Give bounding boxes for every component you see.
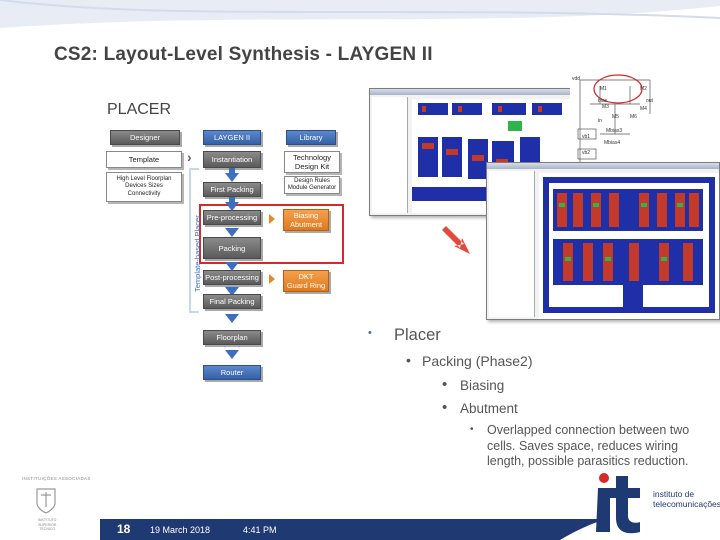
template-box: Template	[106, 151, 182, 168]
section-label: PLACER	[107, 101, 172, 118]
dkt-label: DKT	[298, 272, 314, 281]
schematic-label-m2: M2	[640, 86, 647, 92]
abutment-label: Abutment	[289, 220, 323, 229]
layout-cells-icon	[539, 173, 719, 319]
template-desc-2: Devices Sizes	[125, 183, 163, 190]
schematic-label-mbias3: Mbias3	[606, 128, 623, 134]
tech-kit-desc-2: Module Generator	[287, 185, 337, 191]
postprocessing-label: Post-processing	[205, 273, 259, 282]
schematic-label-vb1: vb1	[582, 134, 591, 140]
crest-line-1: INSTITUTO	[38, 518, 57, 522]
schematic-label-vdd: vdd	[572, 76, 581, 82]
first-packing-box: First Packing	[203, 182, 261, 197]
bullet-dot-icon: •	[442, 376, 448, 393]
library-label: Library	[299, 133, 323, 142]
it-logo-text: instituto de telecomunicações	[653, 489, 720, 509]
bullet-level-3-abutment: Abutment	[460, 401, 518, 416]
schematic-label-out: out	[646, 98, 653, 104]
window-titlebar	[370, 89, 574, 95]
cell-list-panel	[372, 97, 408, 213]
schematic-label-in: in	[598, 118, 602, 124]
bullet-dot-icon: •	[470, 424, 474, 435]
schematic-label-m6: M6	[630, 114, 637, 120]
tech-kit-desc-box: Design Rules Module Generator	[284, 176, 340, 194]
ist-crest-icon	[36, 488, 56, 514]
red-arrow-icon	[442, 226, 470, 254]
router-box: Router	[203, 365, 261, 380]
right-arrow-icon	[269, 274, 275, 284]
template-placer-side-label: Template-based Placer	[193, 215, 202, 292]
guard-ring-label: Guard Ring	[286, 281, 326, 290]
footer-time: 4:41 PM	[243, 525, 277, 535]
preprocessing-label: Pre-processing	[206, 213, 258, 222]
down-arrow-icon	[225, 173, 239, 182]
bullet-dot-icon: •	[442, 399, 448, 416]
layout-canvas	[539, 173, 719, 319]
designer-box: Designer	[110, 130, 180, 145]
bullet-level-3-biasing: Biasing	[460, 378, 505, 393]
bullet-dot-icon: •	[368, 327, 372, 339]
instantiation-label: Instantiation	[211, 155, 253, 164]
final-packing-box: Final Packing	[203, 294, 261, 309]
down-arrow-icon	[225, 350, 239, 359]
tech-kit-label-2: Design Kit	[294, 162, 330, 171]
bullet-level-2: Packing (Phase2)	[422, 353, 533, 369]
preprocessing-box: Pre-processing	[203, 210, 261, 225]
slide-title: CS2: Layout-Level Synthesis - LAYGEN II	[54, 44, 433, 65]
down-arrow-icon	[225, 314, 239, 323]
schematic-label-m5: M5	[612, 114, 619, 120]
bullet-dot-icon: •	[406, 352, 411, 368]
designer-label: Designer	[129, 133, 160, 142]
cell-list-panel	[489, 171, 535, 317]
packing-box: Packing	[203, 237, 261, 259]
window-titlebar	[487, 163, 719, 169]
slide-number: 18	[117, 522, 131, 536]
packing-label: Packing	[218, 243, 246, 253]
layout-tool-screenshot-2	[486, 162, 720, 320]
chevron-right-icon: ›	[187, 149, 192, 165]
tech-kit-box: Technology Design Kit	[284, 151, 340, 173]
postprocessing-box: Post-processing	[203, 270, 261, 285]
dkt-guard-ring-box: DKT Guard Ring	[283, 270, 329, 292]
floorplan-label: Floorplan	[216, 333, 248, 342]
tech-kit-label-1: Technology	[293, 153, 331, 162]
laygen-label: LAYGEN II	[213, 133, 251, 142]
slide: CS2: Layout-Level Synthesis - LAYGEN II …	[0, 0, 720, 540]
template-desc-box: High Level Floorplan Devices Sizes Conne…	[106, 172, 182, 202]
it-text-line-1: instituto de	[653, 489, 695, 499]
instantiation-box: Instantiation	[203, 151, 261, 168]
institution-label: INSTITUIÇÕES ASSOCIADAS	[22, 476, 91, 481]
biasing-label: Biasing	[293, 211, 319, 220]
library-box: Library	[286, 130, 336, 145]
laygen-box: LAYGEN II	[203, 130, 261, 145]
right-arrow-icon	[269, 214, 275, 224]
bullet-level-1: Placer	[394, 326, 441, 344]
footer-date: 19 March 2018	[150, 525, 211, 535]
template-desc-3: Connectivity	[127, 190, 161, 197]
floorplan-box: Floorplan	[203, 330, 261, 345]
schematic-label-mbias4: Mbias4	[604, 140, 621, 146]
schematic-label-m4: M4	[640, 106, 647, 112]
crest-line-3: TÉCNICO	[39, 527, 56, 531]
schematic-label-m3: M3	[602, 104, 609, 110]
down-arrow-icon	[225, 228, 239, 237]
first-packing-label: First Packing	[210, 185, 254, 194]
schematic-label-vb2: vb2	[582, 150, 591, 156]
final-packing-label: Final Packing	[209, 297, 255, 306]
biasing-abutment-box: Biasing Abutment	[283, 209, 329, 231]
it-text-line-2: telecomunicações	[653, 499, 720, 509]
bullet-level-4: Overlapped connection between two cells.…	[487, 423, 690, 468]
router-label: Router	[220, 368, 244, 377]
placer-flow-diagram: Designer LAYGEN II Library Template High…	[100, 124, 350, 384]
crest-caption: INSTITUTO SUPERIOR TÉCNICO	[38, 518, 56, 532]
template-desc-1: High Level Floorplan	[116, 175, 172, 182]
template-label: Template	[128, 155, 160, 164]
schematic-label-m1: M1	[600, 86, 607, 92]
tech-kit-desc-1: Design Rules	[294, 177, 330, 184]
